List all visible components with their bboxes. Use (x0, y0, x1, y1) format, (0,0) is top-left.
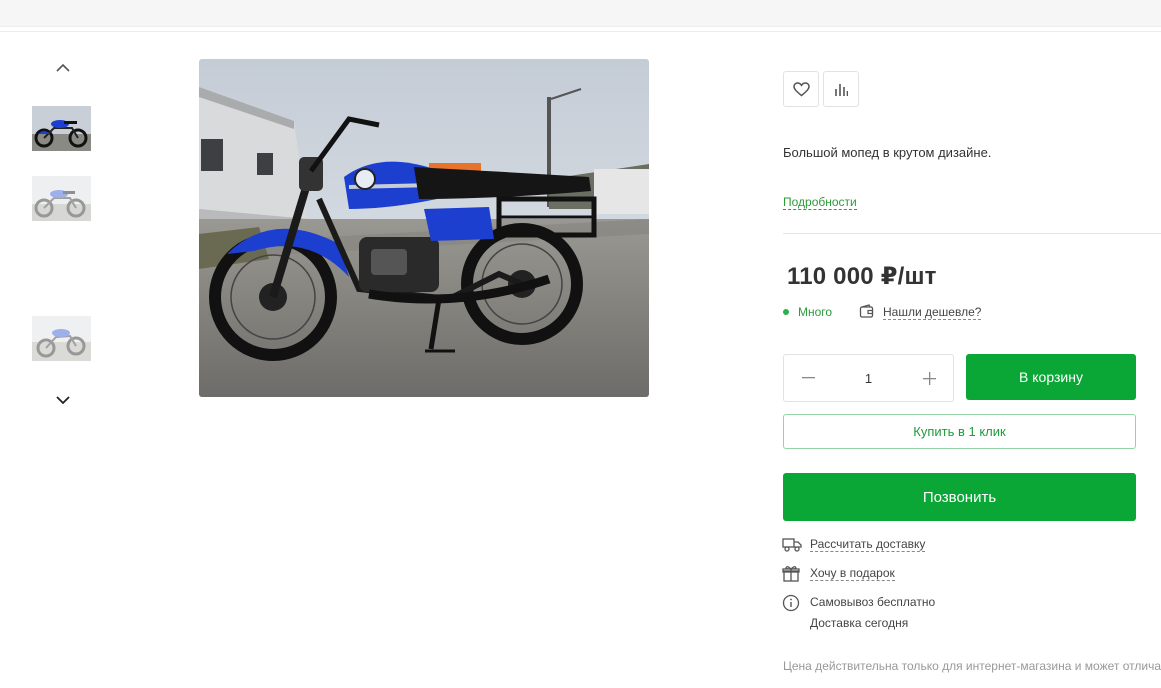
price-disclaimer: Цена действительна только для интернет-м… (783, 659, 1161, 673)
section-divider (783, 233, 1161, 234)
top-divider (0, 31, 1161, 32)
calc-delivery-link[interactable]: Рассчитать доставку (810, 538, 926, 552)
thumbnail-3[interactable] (32, 316, 91, 361)
heart-icon (792, 81, 810, 96)
chevron-up-icon (56, 63, 70, 72)
minus-icon (801, 377, 815, 379)
chevron-down-icon (56, 395, 70, 404)
thumbnail-1[interactable] (32, 106, 91, 151)
delivery-today-info: Доставка сегодня (810, 616, 909, 630)
truck-icon (782, 538, 802, 552)
thumbs-up-button[interactable] (48, 56, 78, 78)
details-link[interactable]: Подробности (783, 195, 857, 210)
compare-icon (835, 84, 848, 96)
stock-status: Много (798, 305, 833, 319)
call-button[interactable]: Позвонить (783, 473, 1136, 521)
plus-icon (922, 371, 936, 385)
main-product-photo[interactable] (199, 59, 649, 397)
pickup-info: Самовывоз бесплатно (810, 595, 936, 609)
thumbnail-2[interactable] (32, 176, 91, 221)
product-description: Большой мопед в крутом дизайне. (783, 145, 992, 160)
thumbs-down-button[interactable] (48, 389, 78, 411)
gift-link[interactable]: Хочу в подарок (810, 567, 895, 581)
favorite-button[interactable] (783, 71, 819, 107)
quantity-decrease-button[interactable] (784, 355, 832, 401)
buy-one-click-button[interactable]: Купить в 1 клик (783, 414, 1136, 449)
compare-button[interactable] (823, 71, 859, 107)
top-bar (0, 0, 1161, 27)
product-price: 110 000 ₽/шт (787, 263, 937, 290)
gift-icon (782, 566, 800, 582)
add-to-cart-button[interactable]: В корзину (966, 354, 1136, 400)
stock-indicator (783, 309, 789, 315)
quantity-increase-button[interactable] (905, 355, 953, 401)
wallet-icon (859, 304, 874, 318)
info-icon (782, 594, 800, 612)
found-cheaper-link[interactable]: Нашли дешевле? (883, 306, 982, 320)
quantity-stepper (783, 354, 954, 402)
quantity-input[interactable] (832, 355, 905, 401)
